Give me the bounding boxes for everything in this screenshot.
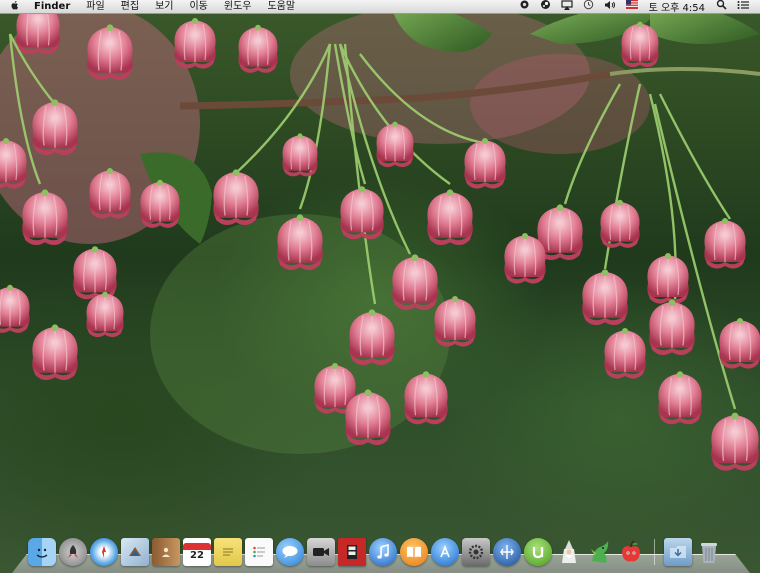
view-menu[interactable]: 보기 bbox=[147, 0, 181, 13]
utorrent-icon[interactable] bbox=[524, 538, 552, 566]
compass-icon[interactable] bbox=[90, 538, 118, 566]
calendar-day: 22 bbox=[190, 550, 204, 561]
dock-separator bbox=[654, 539, 655, 565]
apple-menu-icon[interactable] bbox=[0, 0, 26, 14]
dragon-icon[interactable] bbox=[586, 538, 614, 566]
edit-menu[interactable]: 편집 bbox=[113, 0, 147, 13]
volume-icon[interactable] bbox=[599, 0, 621, 14]
notepad-icon[interactable] bbox=[214, 538, 242, 566]
speech-bubble-icon[interactable] bbox=[276, 538, 304, 566]
spotlight-icon[interactable] bbox=[711, 0, 732, 14]
us-flag-icon[interactable] bbox=[621, 0, 643, 13]
desktop-wallpaper bbox=[0, 14, 760, 472]
help-menu[interactable]: 도움말 bbox=[259, 0, 303, 13]
finder-icon[interactable] bbox=[28, 538, 56, 566]
photo-strip-icon[interactable] bbox=[338, 538, 366, 566]
video-camera-icon[interactable] bbox=[307, 538, 335, 566]
trash-icon[interactable] bbox=[695, 538, 723, 566]
stamp-icon[interactable] bbox=[121, 538, 149, 566]
time-machine-icon[interactable] bbox=[578, 0, 599, 14]
go-menu[interactable]: 이동 bbox=[181, 0, 215, 13]
gears-icon[interactable] bbox=[462, 538, 490, 566]
wizard-icon[interactable] bbox=[555, 538, 583, 566]
disk-split-icon[interactable] bbox=[493, 538, 521, 566]
book-icon[interactable] bbox=[400, 538, 428, 566]
app-store-icon[interactable] bbox=[431, 538, 459, 566]
window-menu[interactable]: 윈도우 bbox=[216, 0, 260, 13]
downloads-folder-icon[interactable] bbox=[664, 538, 692, 566]
menu-bar-clock[interactable]: 토 오후 4:54 bbox=[643, 0, 711, 14]
red-apple-icon[interactable] bbox=[617, 538, 645, 566]
steam-icon[interactable] bbox=[535, 0, 556, 14]
finder-menu[interactable]: Finder bbox=[26, 0, 78, 13]
music-note-icon[interactable] bbox=[369, 538, 397, 566]
menu-bar: Finder 파일 편집 보기 이동 윈도우 도움말 토 오후 4:54 bbox=[0, 0, 760, 14]
notification-center-icon[interactable] bbox=[732, 0, 754, 14]
gear-icon[interactable] bbox=[514, 0, 535, 14]
dock: 22 bbox=[12, 536, 750, 573]
airplay-icon[interactable] bbox=[556, 0, 578, 14]
address-book-icon[interactable] bbox=[152, 538, 180, 566]
calendar-icon[interactable]: 22 bbox=[183, 538, 211, 566]
rocket-icon[interactable] bbox=[59, 538, 87, 566]
checklist-icon[interactable] bbox=[245, 538, 273, 566]
file-menu[interactable]: 파일 bbox=[78, 0, 112, 13]
